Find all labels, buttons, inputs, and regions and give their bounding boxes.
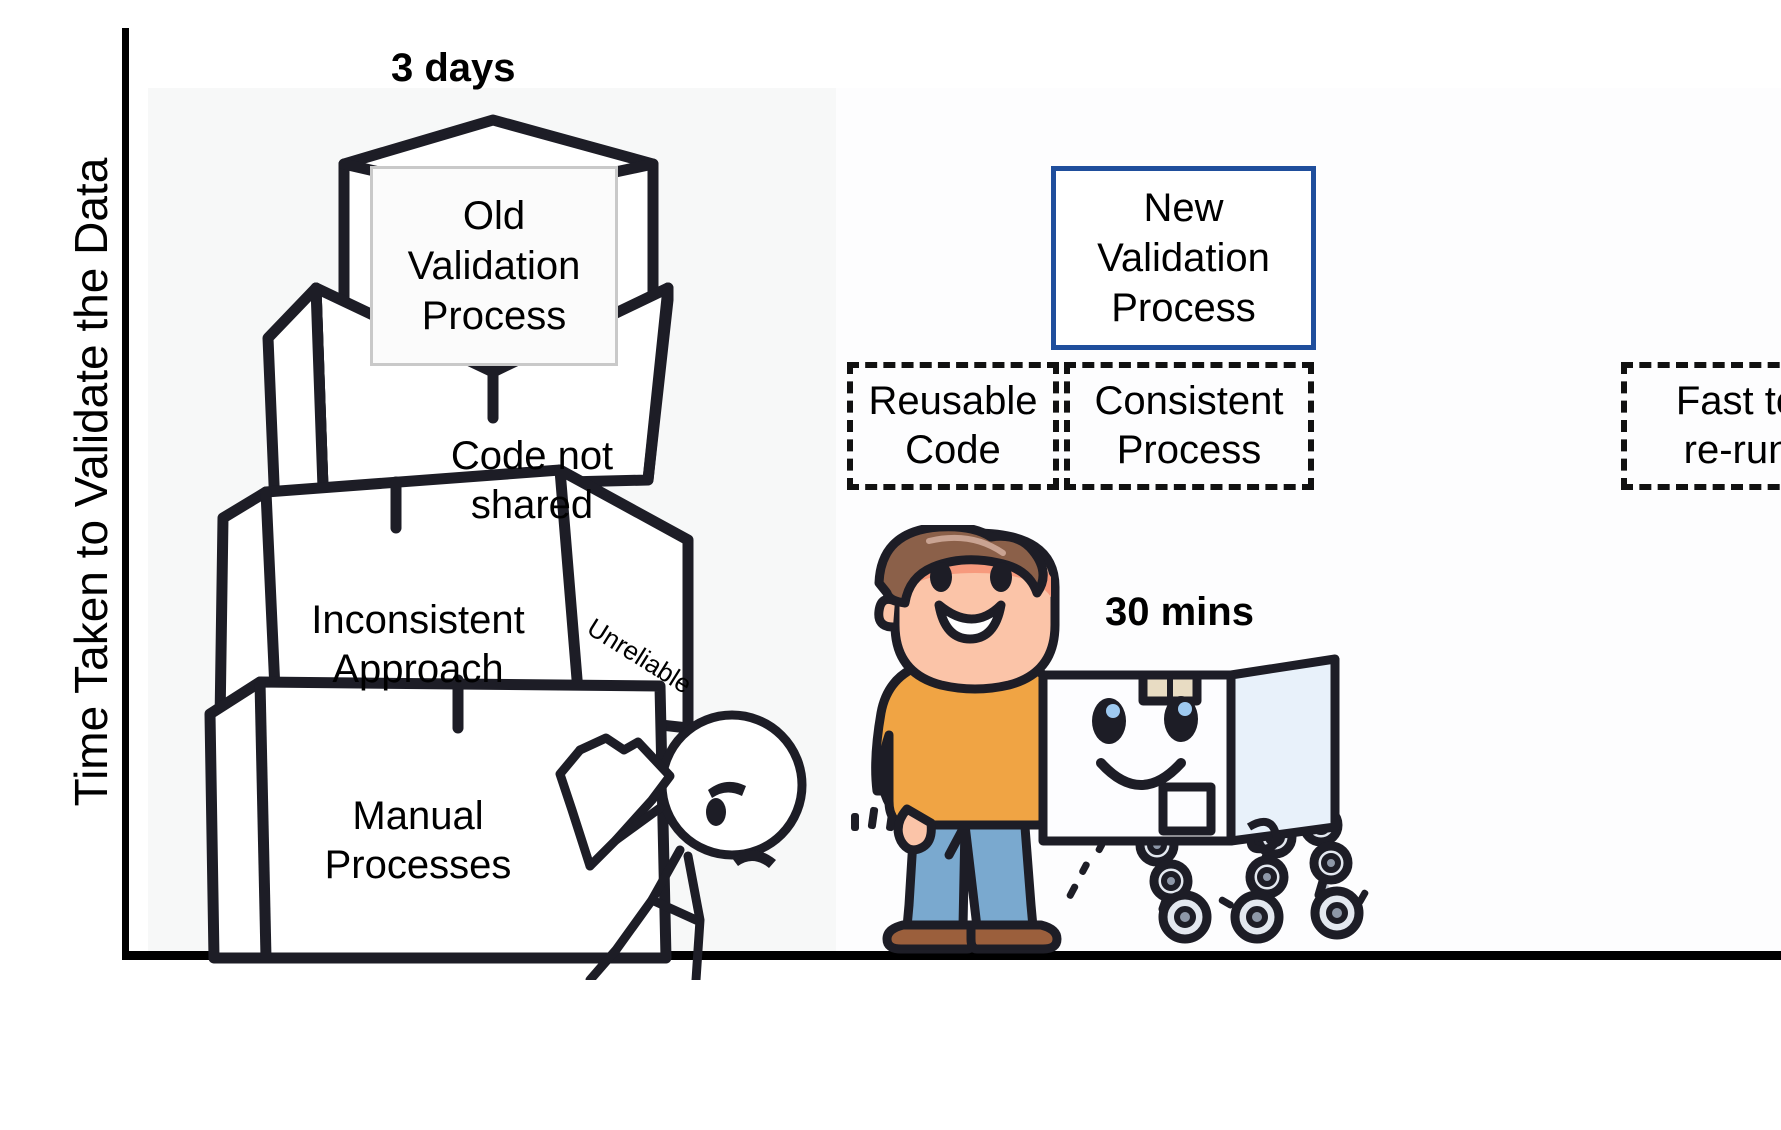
benefit-box-reusable-code: Reusable Code [847,362,1059,490]
box-label-code-not-shared: Code not shared [450,434,614,527]
frustrated-stick-figure-icon [520,690,840,980]
benefit-box-consistent-process: Consistent Process [1064,362,1314,490]
new-validation-process-box: New Validation Process [1051,166,1316,350]
y-axis-line [122,28,129,958]
box-label-inconsistent-approach: Inconsistent Approach [311,598,525,691]
robot-box-icon [1035,645,1385,955]
chart-canvas: Time Taken to Validate the Data 3 days O… [0,0,1781,1130]
benefit-box-fast-to-re-run: Fast to re-run [1621,362,1781,490]
old-process-duration-label: 3 days [391,46,516,90]
new-process-duration-label: 30 mins [1105,590,1254,634]
y-axis-label: Time Taken to Validate the Data [65,157,117,807]
old-validation-process-sign: Old Validation Process [370,166,618,366]
